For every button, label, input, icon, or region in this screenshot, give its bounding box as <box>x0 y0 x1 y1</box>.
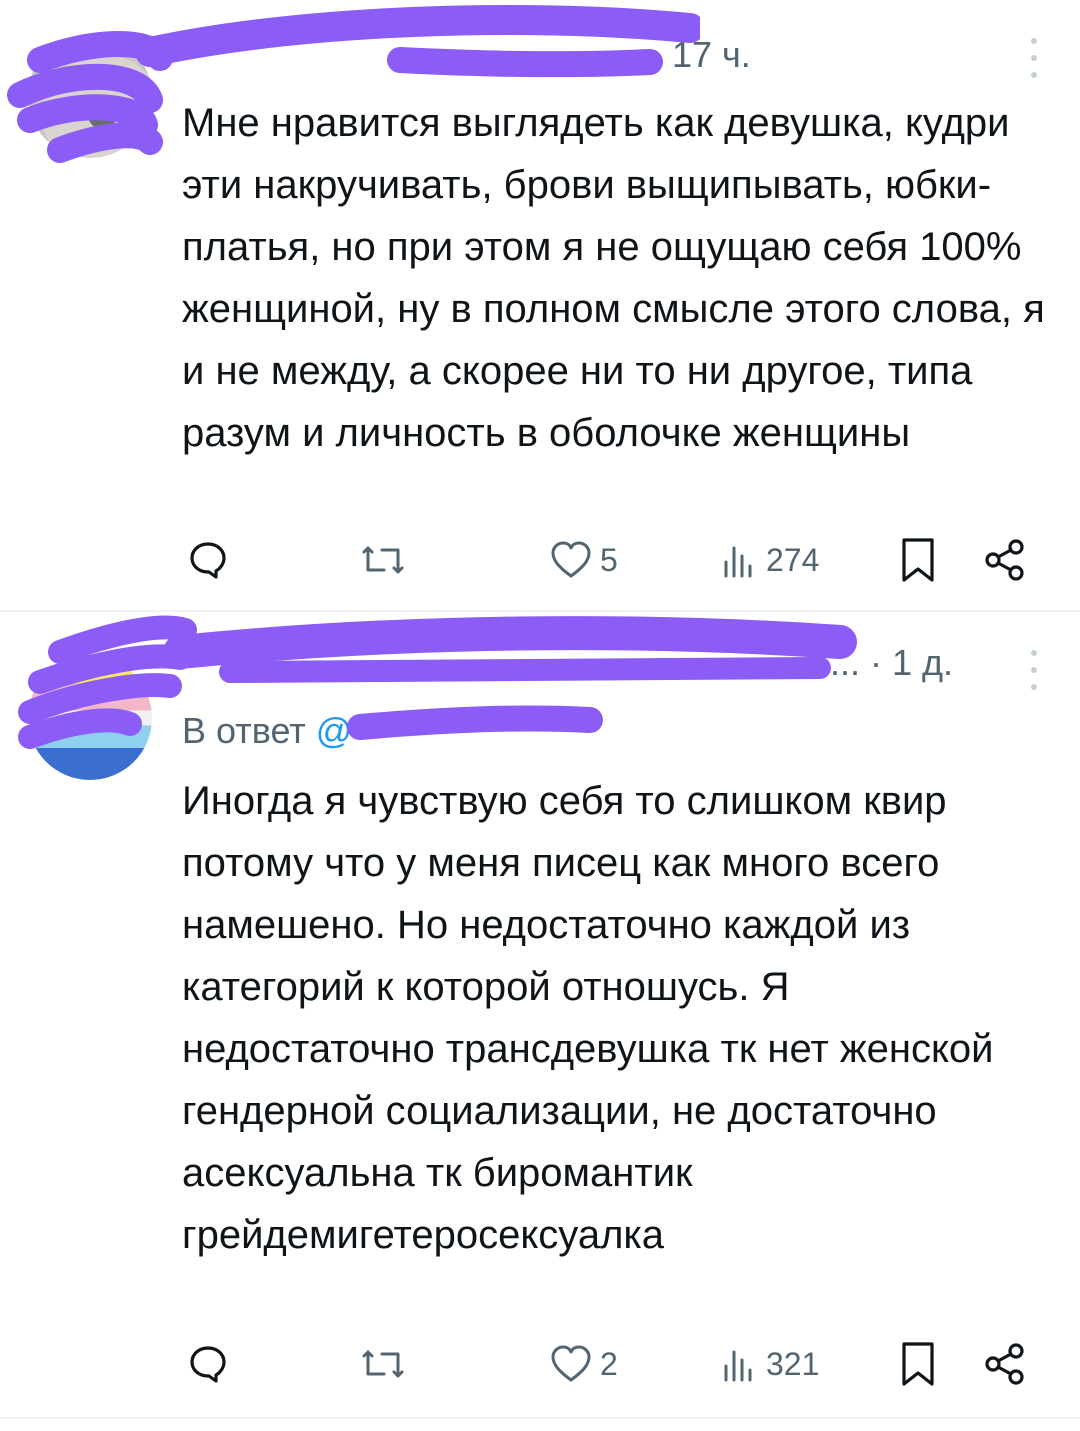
bar-chart-icon <box>724 1350 752 1382</box>
like-button[interactable]: 2 <box>548 1334 618 1394</box>
bookmark-icon <box>902 538 934 582</box>
reply-button[interactable] <box>186 1334 230 1394</box>
like-count: 5 <box>600 541 618 578</box>
like-count: 2 <box>600 1345 618 1382</box>
reply-handle[interactable]: @ <box>316 710 353 751</box>
vertical-dots-icon <box>1031 38 1037 44</box>
divider <box>0 1417 1080 1419</box>
comment-bubble-icon <box>190 542 226 579</box>
retweet-icon <box>362 546 404 574</box>
share-icon <box>985 539 1024 581</box>
tweet[interactable]: · 17 ч. Мне нравится выглядеть как девуш… <box>0 0 1080 610</box>
share-icon <box>985 1343 1024 1385</box>
like-button[interactable]: 5 <box>548 530 618 590</box>
share-button[interactable] <box>982 1334 1028 1394</box>
action-bar: 5 274 <box>182 530 1042 590</box>
reply-context: В ответ @ <box>182 706 352 756</box>
tweet-text: Мне нравится выглядеть как девушка, кудр… <box>182 101 1045 455</box>
bar-chart-icon <box>724 546 752 578</box>
heart-icon <box>551 1345 591 1382</box>
more-options-button[interactable] <box>1026 650 1042 690</box>
timestamp[interactable]: · 17 ч. <box>650 30 751 80</box>
avatar[interactable] <box>28 34 152 158</box>
timestamp[interactable]: ... · 1 д. <box>830 638 953 688</box>
retweet-button[interactable] <box>358 530 408 590</box>
bookmark-icon <box>902 1342 934 1386</box>
comment-bubble-icon <box>190 1346 226 1383</box>
reply-button[interactable] <box>186 530 230 590</box>
more-options-button[interactable] <box>1026 38 1042 78</box>
action-bar: 2 321 <box>182 1334 1042 1394</box>
tweet[interactable]: ... · 1 д. В ответ @ Иногда я чувствую с… <box>0 612 1080 1417</box>
avatar[interactable] <box>28 656 152 780</box>
retweet-icon <box>362 1350 404 1378</box>
views-button[interactable]: 321 <box>720 1334 819 1394</box>
share-button[interactable] <box>982 530 1028 590</box>
view-count: 321 <box>766 1345 820 1382</box>
reply-label: В ответ <box>182 710 306 751</box>
retweet-button[interactable] <box>358 1334 408 1394</box>
tweet-text: Иногда я чувствую себя то слишком квир п… <box>182 779 994 1257</box>
view-count: 274 <box>766 541 820 578</box>
heart-icon <box>551 541 591 578</box>
bookmark-button[interactable] <box>898 530 938 590</box>
vertical-dots-icon <box>1031 650 1037 656</box>
views-button[interactable]: 274 <box>720 530 819 590</box>
bookmark-button[interactable] <box>898 1334 938 1394</box>
